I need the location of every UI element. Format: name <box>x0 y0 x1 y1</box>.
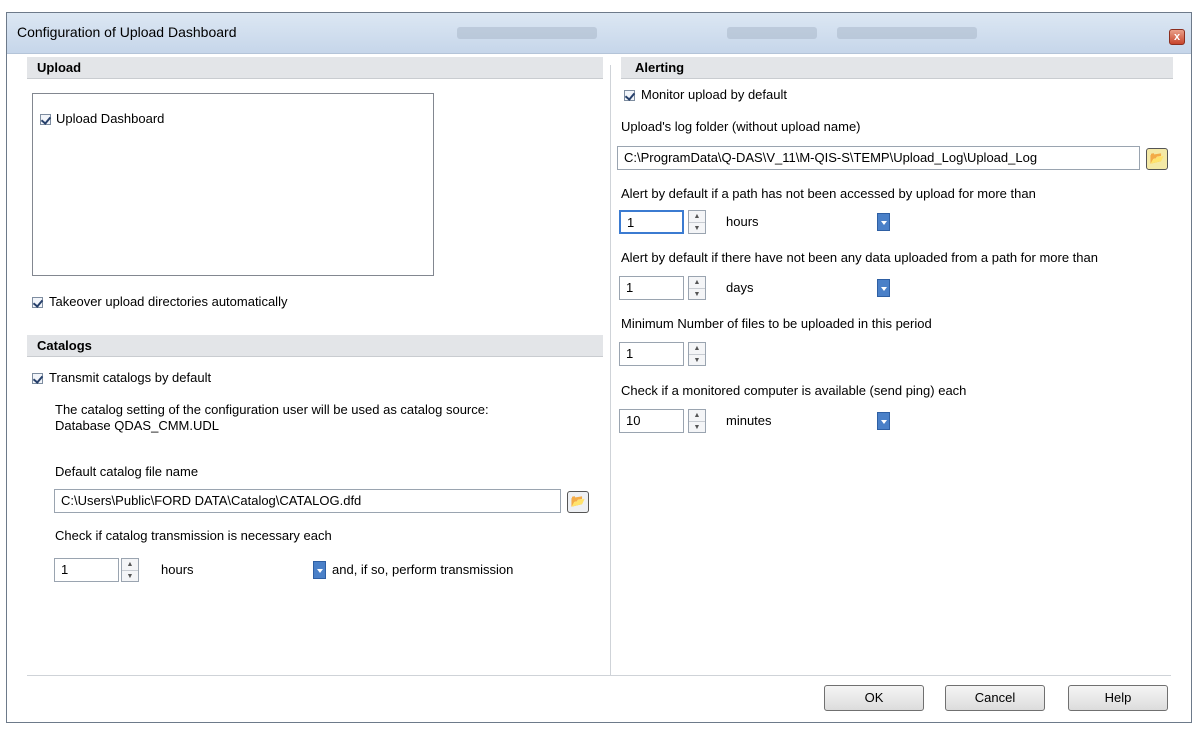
access-alert-spinner[interactable]: ▲ ▼ <box>688 210 706 234</box>
catalog-source-text: Database QDAS_CMM.UDL <box>55 418 219 433</box>
log-folder-label: Upload's log folder (without upload name… <box>621 119 861 134</box>
catalog-interval-unit: hours <box>161 562 194 577</box>
spin-down-icon[interactable]: ▼ <box>689 288 705 300</box>
column-divider <box>610 65 611 675</box>
alerting-section-header: Alerting <box>621 57 1173 79</box>
background-tab-ghost <box>837 27 977 39</box>
ok-button[interactable]: OK <box>824 685 924 711</box>
min-files-label: Minimum Number of files to be uploaded i… <box>621 316 932 331</box>
title-bar: Configuration of Upload Dashboard x <box>7 13 1191 54</box>
spin-down-icon[interactable]: ▼ <box>689 222 705 234</box>
data-alert-input[interactable]: 1 <box>619 276 684 300</box>
window-title: Configuration of Upload Dashboard <box>17 24 237 40</box>
catalog-info-text: The catalog setting of the configuration… <box>55 402 489 417</box>
spin-up-icon[interactable]: ▲ <box>689 410 705 421</box>
data-alert-spinner[interactable]: ▲ ▼ <box>688 276 706 300</box>
transmit-catalogs-label: Transmit catalogs by default <box>49 370 212 385</box>
spin-up-icon[interactable]: ▲ <box>689 211 705 222</box>
catalog-interval-input[interactable]: 1 <box>54 558 119 582</box>
catalogs-section-header: Catalogs <box>27 335 603 357</box>
upload-list[interactable]: Upload Dashboard <box>32 93 434 276</box>
access-alert-input[interactable]: 1 <box>619 210 684 234</box>
dialog-window: Configuration of Upload Dashboard x Uplo… <box>6 12 1192 723</box>
catalog-check-label: Check if catalog transmission is necessa… <box>55 528 332 543</box>
catalog-interval-suffix: and, if so, perform transmission <box>332 562 514 577</box>
min-files-input[interactable]: 1 <box>619 342 684 366</box>
access-unit-dropdown[interactable] <box>877 213 890 231</box>
ping-label: Check if a monitored computer is availab… <box>621 383 967 398</box>
catalog-unit-dropdown[interactable] <box>313 561 326 579</box>
spin-up-icon[interactable]: ▲ <box>689 277 705 288</box>
access-alert-label: Alert by default if a path has not been … <box>621 186 1036 201</box>
background-tab-ghost <box>457 27 597 39</box>
spin-up-icon[interactable]: ▲ <box>689 343 705 354</box>
ping-unit-dropdown[interactable] <box>877 412 890 430</box>
spin-down-icon[interactable]: ▼ <box>689 354 705 366</box>
close-button[interactable]: x <box>1169 29 1185 45</box>
cancel-button[interactable]: Cancel <box>945 685 1045 711</box>
ping-interval-input[interactable]: 10 <box>619 409 684 433</box>
takeover-label: Takeover upload directories automaticall… <box>49 294 288 309</box>
monitor-upload-checkbox[interactable] <box>624 90 635 101</box>
monitor-upload-label: Monitor upload by default <box>641 87 787 102</box>
log-folder-browse-button[interactable]: 📂 <box>1146 148 1168 170</box>
catalog-interval-spinner[interactable]: ▲ ▼ <box>121 558 139 582</box>
folder-open-icon: 📂 <box>570 494 586 508</box>
min-files-spinner[interactable]: ▲ ▼ <box>688 342 706 366</box>
upload-section-header: Upload <box>27 57 603 79</box>
ping-interval-spinner[interactable]: ▲ ▼ <box>688 409 706 433</box>
folder-open-icon: 📂 <box>1149 151 1165 165</box>
catalog-browse-button[interactable]: 📂 <box>567 491 589 513</box>
footer-divider <box>27 675 1171 676</box>
help-button[interactable]: Help <box>1068 685 1168 711</box>
access-alert-unit: hours <box>726 214 759 229</box>
transmit-catalogs-checkbox[interactable] <box>32 373 43 384</box>
takeover-checkbox[interactable] <box>32 297 43 308</box>
catalog-file-input[interactable]: C:\Users\Public\FORD DATA\Catalog\CATALO… <box>54 489 561 513</box>
spin-down-icon[interactable]: ▼ <box>122 570 138 582</box>
spin-up-icon[interactable]: ▲ <box>122 559 138 570</box>
close-icon: x <box>1173 31 1181 43</box>
background-tab-ghost <box>727 27 817 39</box>
spin-down-icon[interactable]: ▼ <box>689 421 705 433</box>
list-item[interactable]: Upload Dashboard <box>56 111 164 126</box>
catalog-file-label: Default catalog file name <box>55 464 199 479</box>
data-alert-label: Alert by default if there have not been … <box>621 250 1098 265</box>
data-alert-unit: days <box>726 280 754 295</box>
ping-interval-unit: minutes <box>726 413 772 428</box>
data-unit-dropdown[interactable] <box>877 279 890 297</box>
log-folder-input[interactable]: C:\ProgramData\Q-DAS\V_11\M-QIS-S\TEMP\U… <box>617 146 1140 170</box>
upload-dashboard-checkbox[interactable] <box>40 114 51 125</box>
